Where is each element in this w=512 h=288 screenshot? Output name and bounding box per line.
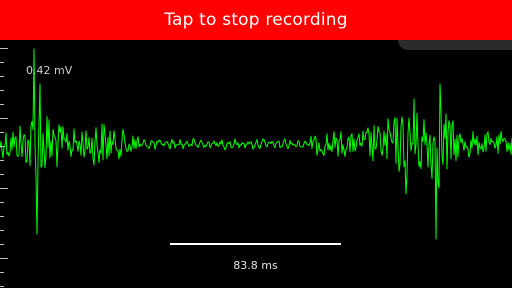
axis-tick [0, 160, 4, 161]
waveform-trace [0, 48, 512, 240]
amplitude-ticks [0, 40, 10, 288]
time-scale-label: 83.8 ms [233, 259, 278, 272]
axis-tick [0, 174, 4, 175]
axis-tick [0, 244, 4, 245]
axis-tick [0, 286, 4, 287]
axis-tick [0, 230, 4, 231]
axis-tick [0, 118, 8, 119]
stop-recording-button[interactable]: Tap to stop recording [0, 0, 512, 40]
stop-recording-label: Tap to stop recording [164, 10, 348, 30]
amplitude-scale-label: 0.42 mV [26, 64, 73, 77]
axis-tick [0, 90, 4, 91]
axis-tick [0, 76, 4, 77]
time-scale-bar [170, 243, 341, 245]
axis-tick [0, 62, 4, 63]
axis-tick [0, 48, 8, 49]
axis-tick [0, 188, 8, 189]
axis-tick [0, 272, 4, 273]
waveform-display [0, 48, 512, 240]
axis-tick [0, 258, 8, 259]
axis-tick [0, 216, 4, 217]
axis-tick [0, 146, 4, 147]
axis-tick [0, 202, 4, 203]
axis-tick [0, 132, 4, 133]
axis-tick [0, 104, 4, 105]
